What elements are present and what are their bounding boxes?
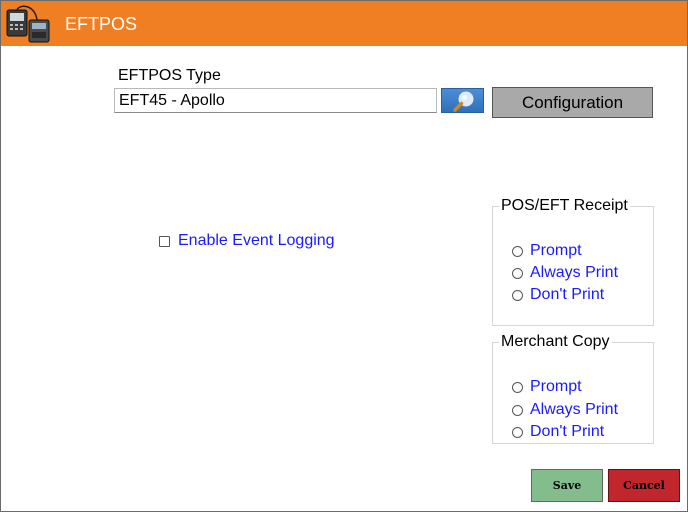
radio-button[interactable] bbox=[512, 404, 523, 416]
eftpos-type-search-button[interactable] bbox=[441, 88, 484, 113]
radio-label[interactable]: Prompt bbox=[530, 242, 582, 260]
radio-label[interactable]: Always Print bbox=[530, 264, 618, 282]
window-title: EFTPOS bbox=[65, 14, 138, 34]
merchant-copy-group: Merchant Copy Prompt Always Print Don't … bbox=[492, 333, 654, 444]
radio-label[interactable]: Always Print bbox=[530, 401, 618, 419]
save-button[interactable]: Save bbox=[531, 469, 603, 502]
merchant-option-always-print[interactable]: Always Print bbox=[512, 401, 618, 419]
eftpos-window: EFTPOS EFTPOS Type Configuration Enable … bbox=[0, 0, 688, 512]
magnifier-icon bbox=[453, 91, 474, 112]
radio-button[interactable] bbox=[512, 267, 523, 279]
eftpos-type-field[interactable] bbox=[114, 88, 437, 113]
event-logging-label[interactable]: Enable Event Logging bbox=[178, 232, 335, 250]
merchant-option-prompt[interactable]: Prompt bbox=[512, 378, 582, 396]
eftpos-terminal-icon bbox=[5, 4, 51, 44]
receipt-option-prompt[interactable]: Prompt bbox=[512, 242, 582, 260]
eftpos-type-label: EFTPOS Type bbox=[118, 67, 221, 84]
event-logging-checkbox[interactable] bbox=[159, 235, 170, 247]
cancel-button[interactable]: Cancel bbox=[608, 469, 680, 502]
title-bar: EFTPOS bbox=[1, 1, 687, 46]
configuration-button[interactable]: Configuration bbox=[492, 87, 653, 118]
radio-label[interactable]: Don't Print bbox=[530, 423, 604, 441]
radio-button[interactable] bbox=[512, 289, 523, 301]
radio-button[interactable] bbox=[512, 381, 523, 393]
merchant-copy-legend: Merchant Copy bbox=[501, 333, 610, 350]
pos-eft-receipt-legend: POS/EFT Receipt bbox=[501, 197, 628, 214]
radio-label[interactable]: Prompt bbox=[530, 378, 582, 396]
radio-button[interactable] bbox=[512, 245, 523, 257]
merchant-option-dont-print[interactable]: Don't Print bbox=[512, 423, 604, 441]
pos-eft-receipt-group: POS/EFT Receipt Prompt Always Print Don'… bbox=[492, 197, 654, 326]
radio-button[interactable] bbox=[512, 426, 523, 438]
receipt-option-always-print[interactable]: Always Print bbox=[512, 264, 618, 282]
radio-label[interactable]: Don't Print bbox=[530, 286, 604, 304]
receipt-option-dont-print[interactable]: Don't Print bbox=[512, 286, 604, 304]
event-logging-option[interactable]: Enable Event Logging bbox=[159, 232, 335, 250]
